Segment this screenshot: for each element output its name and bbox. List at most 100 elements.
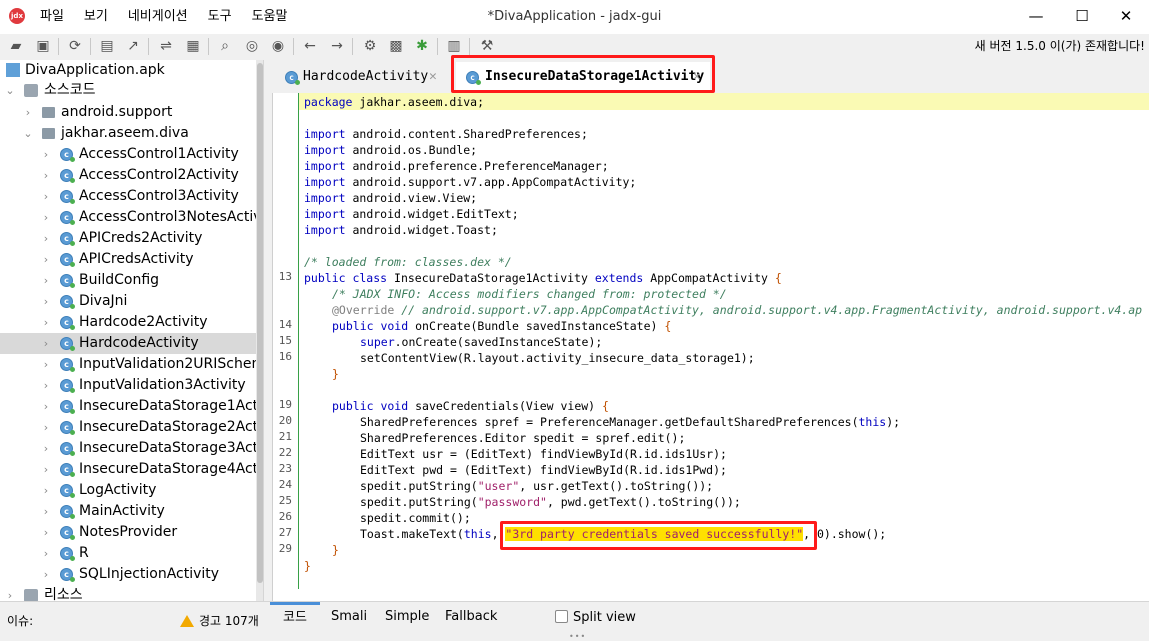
- tree-class-item[interactable]: › c APICreds2Activity: [0, 228, 256, 249]
- chevron-right-icon[interactable]: ›: [40, 354, 52, 375]
- deobf-icon[interactable]: ▩: [386, 36, 406, 56]
- chevron-right-icon[interactable]: ›: [40, 543, 52, 564]
- menu-file[interactable]: 파일: [30, 0, 74, 34]
- save-icon[interactable]: ▤: [97, 36, 117, 56]
- class-icon: c: [60, 505, 75, 519]
- tree-class-item[interactable]: › c InsecureDataStorage4Activity: [0, 459, 256, 480]
- close-button[interactable]: ✕: [1103, 0, 1149, 32]
- minimize-button[interactable]: —: [1013, 0, 1059, 32]
- gutter-divider: [298, 93, 299, 589]
- tree-class-item[interactable]: › c DivaJni: [0, 291, 256, 312]
- tab-close-icon[interactable]: ✕: [429, 62, 437, 92]
- menu-help[interactable]: 도움말: [242, 0, 298, 34]
- tree-scrollbar-thumb[interactable]: [257, 63, 263, 583]
- chevron-right-icon[interactable]: ›: [40, 396, 52, 417]
- tree-class-label: HardcodeActivity: [79, 335, 199, 351]
- tree-class-item[interactable]: › c Hardcode2Activity: [0, 312, 256, 333]
- chevron-right-icon[interactable]: ›: [40, 459, 52, 480]
- code-editor[interactable]: 13 14 15 16 19 20 21 22 23 24 25 26 27 2…: [272, 93, 1149, 601]
- tree-icon[interactable]: ▦: [183, 36, 203, 56]
- debug-icon[interactable]: ✱: [412, 36, 432, 56]
- chevron-right-icon[interactable]: ›: [40, 375, 52, 396]
- tree-class-item[interactable]: › c HardcodeActivity: [0, 333, 256, 354]
- tree-class-item[interactable]: › c InsecureDataStorage3Activity: [0, 438, 256, 459]
- chevron-right-icon[interactable]: ›: [40, 522, 52, 543]
- chevron-right-icon[interactable]: ›: [40, 564, 52, 585]
- tab-simple[interactable]: Simple: [385, 602, 429, 632]
- tree-scrollbar[interactable]: [256, 60, 263, 601]
- tree-resources-folder[interactable]: › 리소스: [0, 585, 256, 601]
- sync-icon[interactable]: ⇌: [156, 36, 176, 56]
- menu-view[interactable]: 보기: [74, 0, 118, 34]
- chevron-right-icon[interactable]: ›: [40, 249, 52, 270]
- decompile-icon[interactable]: ⚙: [360, 36, 380, 56]
- code-line-savecredentials: public void saveCredentials(View view) {: [332, 399, 609, 413]
- settings-icon[interactable]: ⚒: [477, 36, 497, 56]
- tree-class-item[interactable]: › c R: [0, 543, 256, 564]
- tree-package-diva[interactable]: ⌄ jakhar.aseem.diva: [0, 123, 256, 144]
- tab-code[interactable]: 코드: [270, 602, 320, 631]
- open-icon[interactable]: ▰: [6, 36, 26, 56]
- goto-icon[interactable]: ◉: [268, 36, 288, 56]
- tab-fallback[interactable]: Fallback: [445, 602, 497, 632]
- search-icon[interactable]: ⌕: [215, 36, 235, 56]
- tree-class-item[interactable]: › c SQLInjectionActivity: [0, 564, 256, 585]
- code-line-package: package jakhar.aseem.diva;: [304, 95, 485, 109]
- forward-icon[interactable]: →: [327, 36, 347, 56]
- export-icon[interactable]: ↗: [123, 36, 143, 56]
- chevron-down-icon[interactable]: ⌄: [4, 80, 16, 101]
- tree-source-folder[interactable]: ⌄ 소스코드: [0, 80, 256, 101]
- code-line-import: import android.support.v7.app.AppCompatA…: [304, 175, 637, 189]
- class-icon: c: [60, 274, 75, 288]
- tree-root-apk[interactable]: DivaApplication.apk: [0, 60, 256, 81]
- refresh-icon[interactable]: ⟳: [65, 36, 85, 56]
- tree-class-item[interactable]: › c AccessControl3Activity: [0, 186, 256, 207]
- menu-tools[interactable]: 도구: [198, 0, 242, 34]
- tree-class-item[interactable]: › c MainActivity: [0, 501, 256, 522]
- tree-class-item[interactable]: › c InputValidation2URISchemeActivity: [0, 354, 256, 375]
- tree-class-item[interactable]: › c APICredsActivity: [0, 249, 256, 270]
- find-usage-icon[interactable]: ◎: [242, 36, 262, 56]
- update-notice[interactable]: 새 버전 1.5.0 이(가) 존재합니다!: [975, 34, 1145, 59]
- tree-class-item[interactable]: › c BuildConfig: [0, 270, 256, 291]
- warnings-count[interactable]: 경고 107개: [199, 602, 259, 641]
- chevron-right-icon[interactable]: ›: [22, 102, 34, 123]
- tree-class-item[interactable]: › c InsecureDataStorage2Activity: [0, 417, 256, 438]
- tree-class-item[interactable]: › c AccessControl3NotesActivity: [0, 207, 256, 228]
- chevron-right-icon[interactable]: ›: [40, 186, 52, 207]
- chevron-down-icon[interactable]: ⌄: [22, 123, 34, 144]
- chevron-right-icon[interactable]: ›: [40, 501, 52, 522]
- tree-class-item[interactable]: › c AccessControl1Activity: [0, 144, 256, 165]
- add-file-icon[interactable]: ▣: [33, 36, 53, 56]
- tree-class-item[interactable]: › c AccessControl2Activity: [0, 165, 256, 186]
- tab-smali[interactable]: Smali: [331, 602, 367, 632]
- back-icon[interactable]: ←: [300, 36, 320, 56]
- chevron-right-icon[interactable]: ›: [40, 144, 52, 165]
- chevron-right-icon[interactable]: ›: [40, 417, 52, 438]
- split-view-label[interactable]: Split view: [573, 602, 636, 634]
- status-bar: 이슈: 경고 107개: [0, 601, 270, 640]
- menu-navigation[interactable]: 네비게이션: [118, 0, 198, 34]
- class-icon: c: [60, 148, 75, 162]
- tree-class-item[interactable]: › c InputValidation3Activity: [0, 375, 256, 396]
- maximize-button[interactable]: ☐: [1059, 0, 1105, 32]
- chevron-right-icon[interactable]: ›: [40, 270, 52, 291]
- chevron-right-icon[interactable]: ›: [4, 585, 16, 601]
- split-view-checkbox[interactable]: [555, 610, 568, 623]
- chevron-right-icon[interactable]: ›: [40, 291, 52, 312]
- tab-hardcode-activity[interactable]: c HardcodeActivity ✕: [278, 62, 446, 93]
- warning-icon[interactable]: [180, 615, 194, 627]
- chevron-right-icon[interactable]: ›: [40, 165, 52, 186]
- tree-class-item[interactable]: › c LogActivity: [0, 480, 256, 501]
- class-icon: c: [60, 253, 75, 267]
- tree-class-item[interactable]: › c InsecureDataStorage1Activity: [0, 396, 256, 417]
- tree-package-android-support[interactable]: › android.support: [0, 102, 256, 123]
- log-icon[interactable]: ▥: [444, 36, 464, 56]
- tree-class-item[interactable]: › c NotesProvider: [0, 522, 256, 543]
- chevron-right-icon[interactable]: ›: [40, 333, 52, 354]
- chevron-right-icon[interactable]: ›: [40, 480, 52, 501]
- chevron-right-icon[interactable]: ›: [40, 228, 52, 249]
- chevron-right-icon[interactable]: ›: [40, 438, 52, 459]
- chevron-right-icon[interactable]: ›: [40, 312, 52, 333]
- chevron-right-icon[interactable]: ›: [40, 207, 52, 228]
